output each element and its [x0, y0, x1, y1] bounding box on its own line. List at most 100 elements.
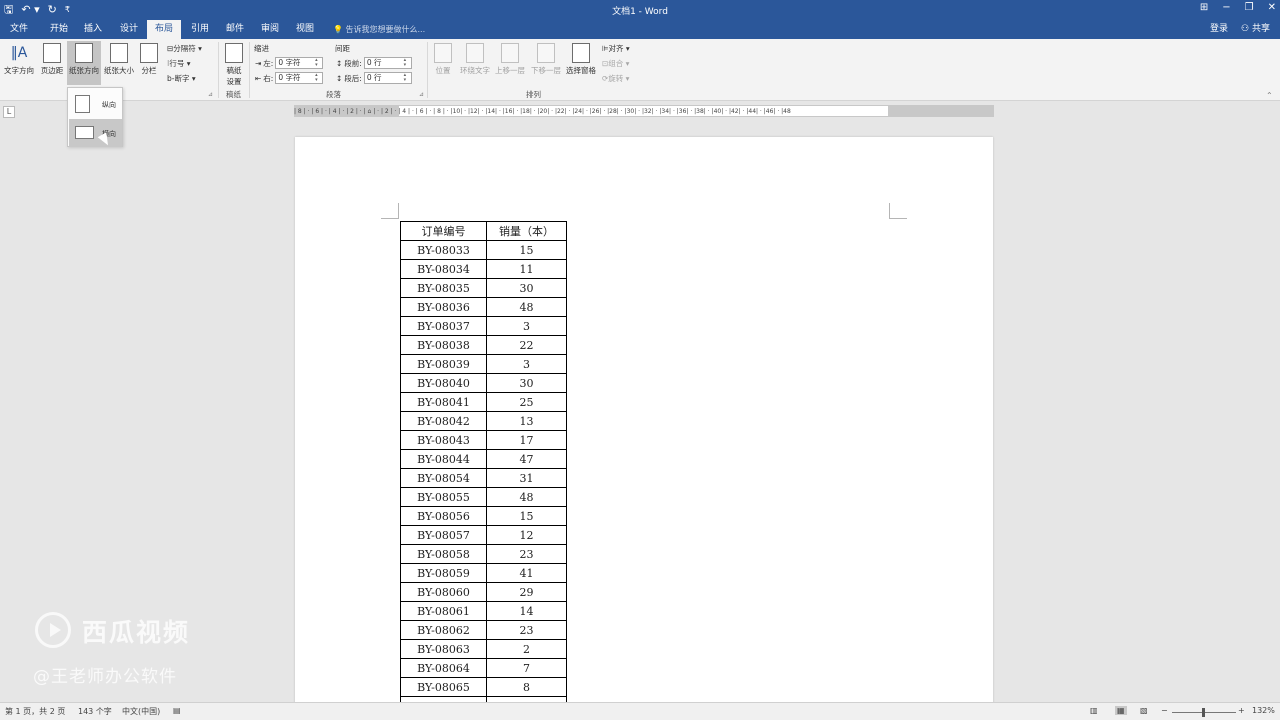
position-button[interactable]: 位置 — [428, 41, 458, 85]
tab-insert[interactable]: 插入 — [78, 20, 108, 39]
spacing-after-input[interactable]: 0 行 — [363, 72, 412, 84]
order-id-cell[interactable]: BY-08064 — [400, 658, 487, 678]
tab-mailings[interactable]: 邮件 — [220, 20, 250, 39]
order-id-cell[interactable]: BY-08063 — [400, 639, 487, 659]
spacing-before-input[interactable]: 0 行 — [363, 57, 412, 69]
sales-cell[interactable]: 23 — [486, 620, 567, 640]
tab-file[interactable]: 文件 — [4, 20, 34, 39]
bring-forward-button[interactable]: 上移一层 — [493, 41, 527, 85]
tab-review[interactable]: 审阅 — [255, 20, 285, 39]
ribbon-display-icon[interactable]: ⊞ — [1200, 2, 1208, 13]
order-id-cell[interactable]: BY-08065 — [400, 677, 487, 697]
order-id-cell[interactable]: BY-08036 — [400, 297, 487, 317]
sales-cell[interactable]: 30 — [486, 373, 567, 393]
sales-cell[interactable]: 12 — [486, 525, 567, 545]
tab-layout[interactable]: 布局 — [147, 20, 181, 39]
header-order-id[interactable]: 订单编号 — [400, 221, 487, 241]
wrap-text-button[interactable]: 环绕文字 — [458, 41, 492, 85]
tab-design[interactable]: 设计 — [114, 20, 144, 39]
sales-cell[interactable]: 23 — [486, 544, 567, 564]
order-id-cell[interactable]: BY-08038 — [400, 335, 487, 355]
sales-cell[interactable]: 48 — [486, 297, 567, 317]
text-direction-button[interactable]: ‖A 文字方向 — [2, 41, 36, 85]
size-button[interactable]: 纸张大小 — [102, 41, 136, 85]
order-id-cell[interactable]: BY-08033 — [400, 240, 487, 260]
macro-icon[interactable]: ▤ — [173, 706, 181, 715]
orientation-button[interactable]: 纸张方向 — [67, 41, 101, 85]
login-link[interactable]: 登录 — [1210, 20, 1228, 39]
sales-cell[interactable]: 3 — [486, 354, 567, 374]
indent-right-input[interactable]: 0 字符 — [275, 72, 324, 84]
sales-cell[interactable]: 25 — [486, 392, 567, 412]
web-layout-icon[interactable]: ▧ — [1140, 706, 1148, 715]
order-id-cell[interactable]: BY-08056 — [400, 506, 487, 526]
sales-table[interactable]: 订单编号 销量（本） BY-08033 15 BY-08034 11 BY-08035 3… — [400, 221, 567, 716]
orientation-landscape-item[interactable]: 横向 — [69, 119, 122, 147]
manuscript-setup-button[interactable]: 稿纸 设置 — [221, 41, 247, 86]
page-setup-launcher-icon[interactable]: ⊿ — [208, 91, 213, 98]
paragraph-launcher-icon[interactable]: ⊿ — [419, 91, 424, 98]
order-id-cell[interactable]: BY-08041 — [400, 392, 487, 412]
rotate-button[interactable]: ⟳旋转 ▾ — [602, 73, 629, 84]
sales-cell[interactable]: 17 — [486, 430, 567, 450]
zoom-out-button[interactable]: − — [1161, 706, 1168, 715]
collapse-ribbon-icon[interactable]: ⌃ — [1266, 91, 1273, 100]
tell-me-search[interactable]: 💡 告诉我您想要做什么... — [333, 20, 425, 39]
order-id-cell[interactable]: BY-08060 — [400, 582, 487, 602]
zoom-level[interactable]: 132% — [1252, 706, 1275, 715]
word-count[interactable]: 143 个字 — [78, 706, 112, 717]
sales-cell[interactable]: 29 — [486, 582, 567, 602]
print-layout-icon[interactable]: ▦ — [1115, 706, 1127, 715]
order-id-cell[interactable]: BY-08058 — [400, 544, 487, 564]
align-button[interactable]: ⊫对齐 ▾ — [602, 43, 630, 54]
tab-references[interactable]: 引用 — [185, 20, 215, 39]
page-count[interactable]: 第 1 页，共 2 页 — [5, 706, 65, 717]
sales-cell[interactable]: 47 — [486, 449, 567, 469]
tab-home[interactable]: 开始 — [44, 20, 74, 39]
zoom-slider-thumb[interactable] — [1202, 708, 1205, 717]
sales-cell[interactable]: 3 — [486, 316, 567, 336]
breaks-button[interactable]: ⊟分隔符 ▾ — [167, 43, 202, 54]
horizontal-ruler[interactable]: | 8 | · | 6 | · | 4 | · | 2 | · | ⌂ | · … — [294, 105, 994, 117]
minimize-icon[interactable]: − — [1222, 2, 1230, 13]
line-numbers-button[interactable]: ⁝行号 ▾ — [167, 58, 191, 69]
sales-cell[interactable]: 7 — [486, 658, 567, 678]
document-page[interactable]: 订单编号 销量（本） BY-08033 15 BY-08034 11 BY-08035 3… — [295, 137, 993, 720]
sales-cell[interactable]: 13 — [486, 411, 567, 431]
header-sales[interactable]: 销量（本） — [486, 221, 567, 241]
tab-stop-selector[interactable]: L — [3, 106, 15, 118]
sales-cell[interactable]: 11 — [486, 259, 567, 279]
restore-icon[interactable]: ❐ — [1245, 2, 1254, 13]
selection-pane-button[interactable]: 选择窗格 — [564, 41, 598, 85]
read-mode-icon[interactable]: ▥ — [1090, 706, 1098, 715]
orientation-portrait-item[interactable]: 纵向 — [69, 90, 122, 118]
order-id-cell[interactable]: BY-08042 — [400, 411, 487, 431]
order-id-cell[interactable]: BY-08035 — [400, 278, 487, 298]
group-objects-button[interactable]: ⊡组合 ▾ — [602, 58, 629, 69]
order-id-cell[interactable]: BY-08055 — [400, 487, 487, 507]
sales-cell[interactable]: 2 — [486, 639, 567, 659]
close-icon[interactable]: ✕ — [1268, 2, 1276, 13]
order-id-cell[interactable]: BY-08057 — [400, 525, 487, 545]
sales-cell[interactable]: 15 — [486, 240, 567, 260]
sales-cell[interactable]: 31 — [486, 468, 567, 488]
order-id-cell[interactable]: BY-08054 — [400, 468, 487, 488]
zoom-in-button[interactable]: + — [1238, 706, 1245, 715]
order-id-cell[interactable]: BY-08044 — [400, 449, 487, 469]
share-button[interactable]: ⚇ 共享 — [1241, 20, 1270, 39]
sales-cell[interactable]: 41 — [486, 563, 567, 583]
sales-cell[interactable]: 8 — [486, 677, 567, 697]
columns-button[interactable]: 分栏 — [134, 41, 164, 85]
hyphenation-button[interactable]: b‑断字 ▾ — [167, 73, 196, 84]
sales-cell[interactable]: 14 — [486, 601, 567, 621]
order-id-cell[interactable]: BY-08061 — [400, 601, 487, 621]
sales-cell[interactable]: 48 — [486, 487, 567, 507]
indent-left-input[interactable]: 0 字符 — [275, 57, 324, 69]
order-id-cell[interactable]: BY-08043 — [400, 430, 487, 450]
order-id-cell[interactable]: BY-08059 — [400, 563, 487, 583]
order-id-cell[interactable]: BY-08040 — [400, 373, 487, 393]
send-backward-button[interactable]: 下移一层 — [529, 41, 563, 85]
order-id-cell[interactable]: BY-08039 — [400, 354, 487, 374]
tab-view[interactable]: 视图 — [290, 20, 320, 39]
sales-cell[interactable]: 30 — [486, 278, 567, 298]
